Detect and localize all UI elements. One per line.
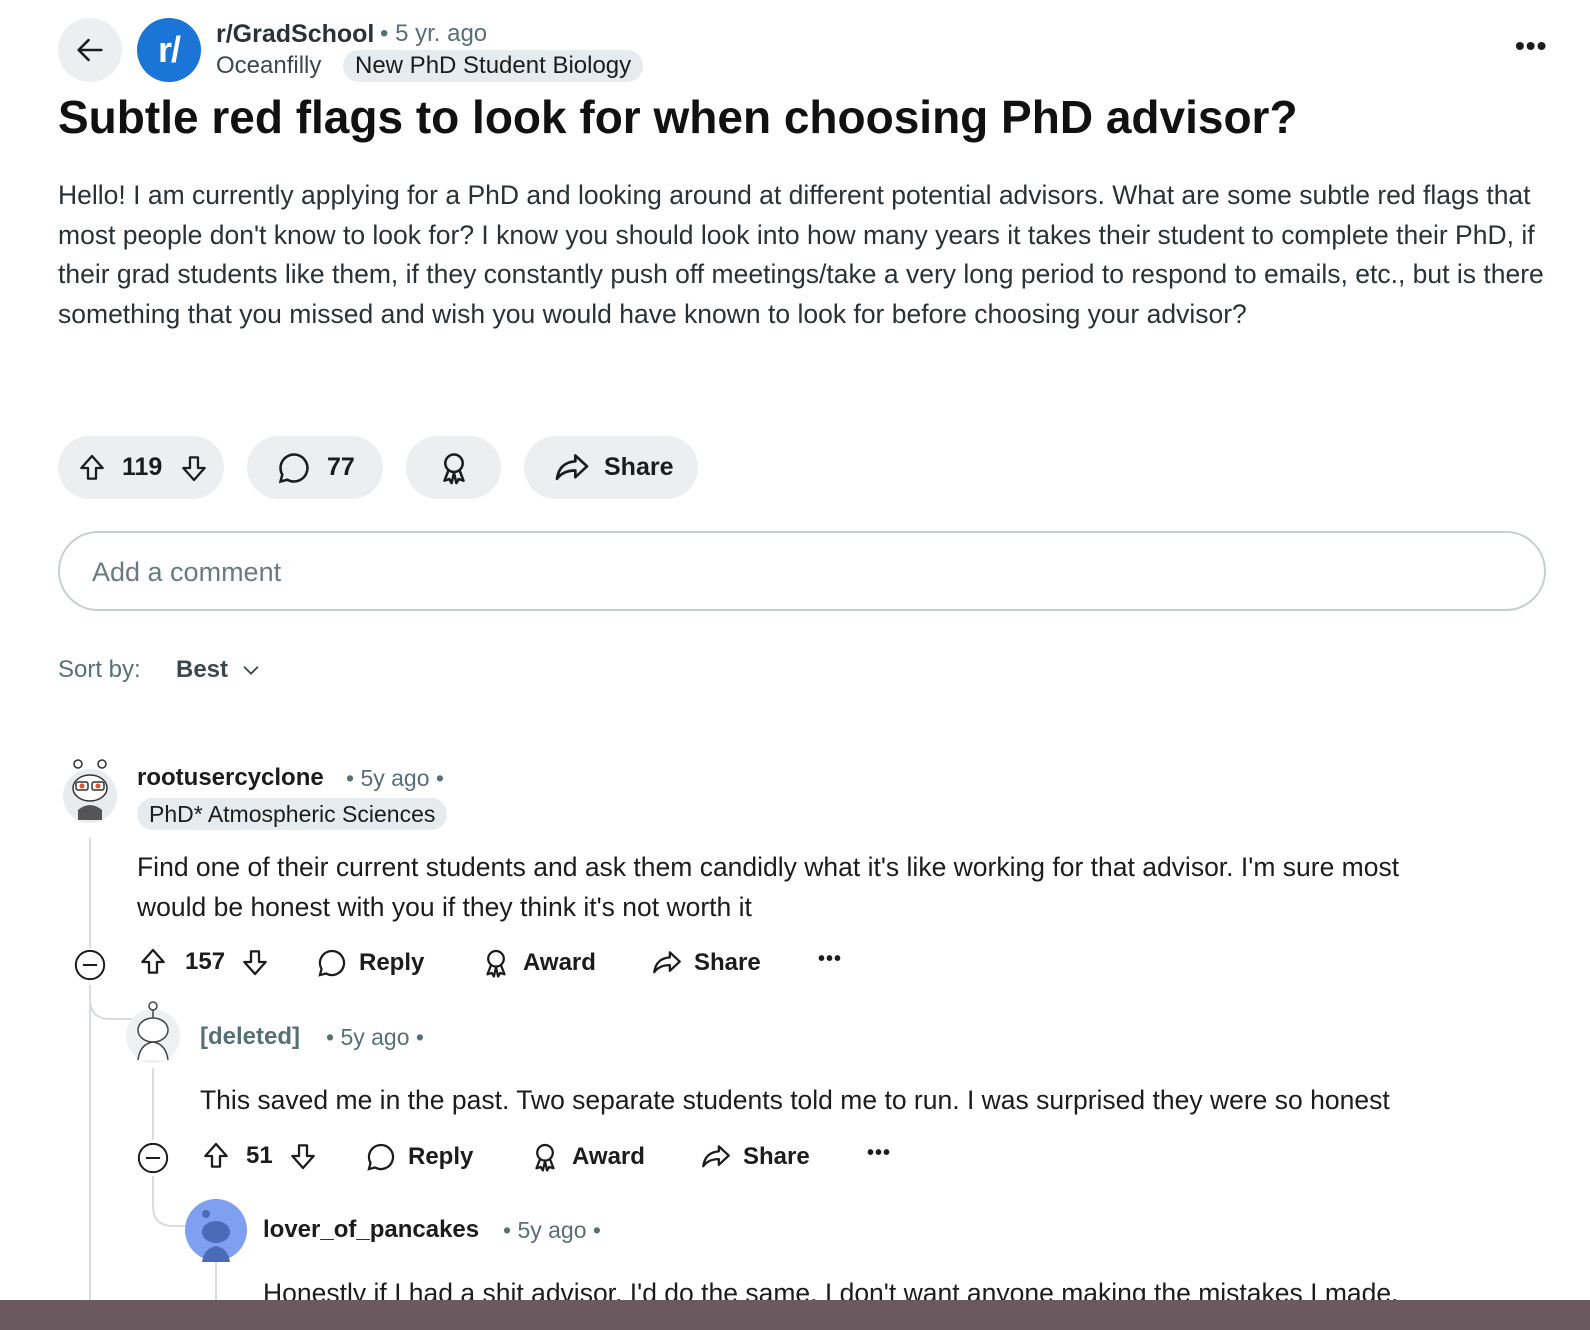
- author-flair: New PhD Student Biology: [343, 50, 644, 82]
- share-icon: [552, 448, 592, 488]
- thread-line[interactable]: [89, 838, 91, 948]
- reply-button[interactable]: Reply: [364, 1140, 473, 1174]
- chevron-down-icon: [240, 659, 262, 681]
- comment-text: This saved me in the past. Two separate …: [200, 1085, 1390, 1115]
- vote-control: 119: [58, 436, 224, 499]
- post-score: 119: [122, 453, 163, 481]
- share-icon: [699, 1140, 733, 1174]
- sort-label: Sort by:: [58, 656, 141, 683]
- sort-dropdown[interactable]: Best: [176, 656, 262, 684]
- comment-icon: [275, 449, 313, 487]
- reply-icon: [364, 1140, 398, 1174]
- share-label: Share: [604, 453, 674, 481]
- comment-time: • 5y ago •: [346, 765, 444, 791]
- share-icon: [650, 946, 684, 980]
- subreddit-avatar[interactable]: r/: [137, 18, 201, 82]
- comment-author[interactable]: rootusercyclone: [137, 764, 324, 792]
- post-time: • 5 yr. ago: [380, 20, 488, 47]
- comment-vote: 157: [137, 946, 271, 978]
- collapse-button[interactable]: [73, 948, 107, 982]
- comment-author: [deleted]: [200, 1023, 301, 1050]
- user-flair: PhD* Atmospheric Sciences: [137, 798, 448, 830]
- more-options-icon[interactable]: •••: [867, 1142, 891, 1165]
- comment-score: 157: [185, 948, 226, 975]
- award-button[interactable]: [406, 436, 501, 499]
- snoo-avatar-icon: [63, 759, 117, 823]
- upvote-icon[interactable]: [76, 452, 108, 484]
- avatar[interactable]: [124, 1000, 182, 1064]
- more-options-icon[interactable]: •••: [1515, 30, 1547, 62]
- more-options-icon[interactable]: •••: [818, 948, 842, 971]
- thread-line[interactable]: [89, 985, 91, 1305]
- arrow-left-icon: [77, 38, 103, 62]
- snoo-avatar-icon: [185, 1199, 247, 1262]
- award-button[interactable]: Award: [528, 1140, 645, 1174]
- avatar[interactable]: [62, 758, 118, 824]
- share-button[interactable]: Share: [650, 946, 761, 980]
- thread-line[interactable]: [215, 1262, 217, 1302]
- comment-text-line: would be honest with you if they think i…: [137, 892, 752, 922]
- collapse-icon: [74, 949, 106, 981]
- collapse-icon: [137, 1142, 169, 1174]
- award-icon: [528, 1140, 562, 1174]
- thread-line[interactable]: [152, 1068, 154, 1140]
- comment-time: • 5y ago •: [503, 1217, 601, 1243]
- share-button[interactable]: Share: [524, 436, 698, 499]
- award-icon: [435, 449, 473, 487]
- upvote-icon[interactable]: [200, 1140, 232, 1172]
- comment-input[interactable]: Add a comment: [58, 531, 1546, 611]
- window-bottom-edge: [0, 1300, 1590, 1330]
- comments-button[interactable]: 77: [247, 436, 383, 499]
- comment-count: 77: [327, 453, 355, 481]
- reply-button[interactable]: Reply: [315, 946, 424, 980]
- collapse-button[interactable]: [136, 1141, 170, 1175]
- downvote-icon[interactable]: [239, 946, 271, 978]
- downvote-icon[interactable]: [178, 452, 210, 484]
- reply-icon: [315, 946, 349, 980]
- post-author[interactable]: Oceanfilly: [216, 52, 321, 80]
- avatar[interactable]: [184, 1198, 248, 1262]
- post-body: Hello! I am currently applying for a PhD…: [58, 180, 1544, 329]
- comment-time: • 5y ago •: [326, 1024, 424, 1050]
- comment-author[interactable]: lover_of_pancakes: [263, 1216, 479, 1244]
- snoo-avatar-icon: [126, 1001, 180, 1063]
- upvote-icon[interactable]: [137, 946, 169, 978]
- award-button[interactable]: Award: [479, 946, 596, 980]
- comment-text-line: Find one of their current students and a…: [137, 852, 1400, 882]
- post-title: Subtle red flags to look for when choosi…: [58, 91, 1298, 143]
- subreddit-name[interactable]: r/GradSchool: [216, 20, 374, 49]
- back-button[interactable]: [58, 18, 122, 82]
- share-button[interactable]: Share: [699, 1140, 810, 1174]
- sort-value: Best: [176, 656, 229, 683]
- award-icon: [479, 946, 513, 980]
- downvote-icon[interactable]: [287, 1140, 319, 1172]
- comment-score: 51: [246, 1142, 273, 1169]
- comment-vote: 51: [200, 1140, 319, 1172]
